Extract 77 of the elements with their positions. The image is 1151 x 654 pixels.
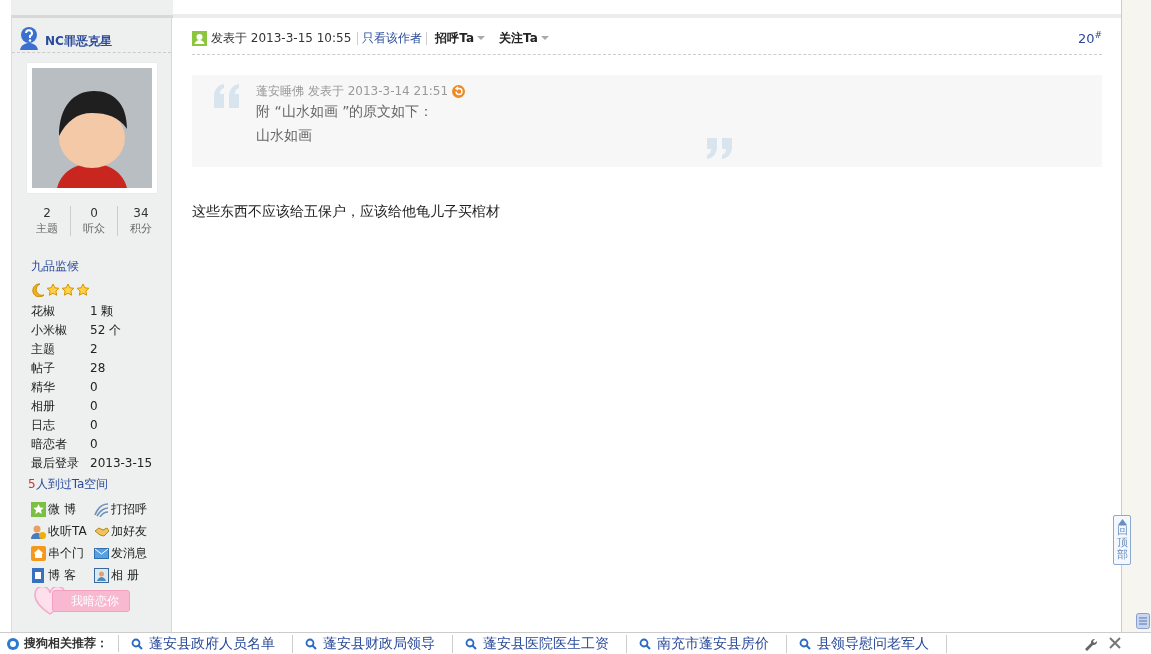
stat-value: 0	[90, 206, 98, 221]
profile-label: 最后登录	[31, 455, 80, 472]
user-icon	[192, 30, 207, 46]
quote-line: 山水如画	[256, 126, 313, 145]
action-link[interactable]: 打招呼	[111, 501, 147, 517]
search-icon	[305, 637, 317, 650]
action-link[interactable]: 微 博	[48, 501, 76, 517]
stat-label: 主题	[36, 221, 58, 236]
jump-back-icon	[452, 84, 466, 98]
related-link[interactable]: 南充市蓬安县房价	[657, 634, 769, 653]
username-link[interactable]: NC罪恶克星	[45, 33, 112, 50]
action-link[interactable]: 串个门	[48, 545, 84, 561]
photo-icon	[94, 567, 109, 583]
moon-icon	[31, 283, 45, 297]
profile-value: 28	[90, 360, 107, 377]
quote-line: 附 “山水如画 ”的原文如下：	[256, 102, 435, 121]
profile-label: 日志	[31, 417, 56, 434]
profile-value: 0	[90, 398, 99, 415]
post-time: 发表于 2013-3-15 10:55	[211, 29, 352, 47]
profile-value: 0	[90, 379, 99, 396]
related-label: 搜狗相关推荐：	[24, 635, 108, 652]
action-link[interactable]: 博 客	[48, 567, 76, 583]
related-link[interactable]: 蓬安县政府人员名单	[149, 634, 275, 653]
action-link[interactable]: 收听TA	[48, 523, 87, 539]
profile-label: 帖子	[31, 360, 56, 377]
related-link[interactable]: 蓬安县医院医生工资	[483, 634, 609, 653]
up-arrow-icon	[1117, 519, 1127, 525]
stat-value: 34	[133, 206, 149, 221]
caret-icon	[477, 35, 486, 41]
search-icon	[465, 637, 477, 650]
search-icon	[131, 637, 143, 650]
person-icon	[31, 523, 46, 539]
blog-icon	[31, 567, 46, 583]
profile-label: 暗恋者	[31, 436, 68, 453]
profile-label: 相册	[31, 398, 56, 415]
star-icon	[76, 283, 90, 297]
action-link[interactable]: 发消息	[111, 545, 147, 561]
rank-link[interactable]: 九品监候	[31, 258, 79, 275]
quote-open-icon	[212, 83, 242, 109]
greet-menu[interactable]: 招呼Ta	[435, 29, 486, 47]
profile-value: 0	[90, 436, 99, 453]
stat-label: 听众	[83, 221, 105, 236]
profile-value: 2013-3-15	[90, 455, 154, 472]
profile-value: 52 个	[90, 322, 123, 339]
follow-menu[interactable]: 关注Ta	[499, 29, 549, 47]
profile-value: 0	[90, 417, 99, 434]
close-icon	[1109, 636, 1121, 651]
action-link[interactable]: 相 册	[111, 567, 139, 583]
wrench-icon	[1083, 636, 1097, 651]
envelope-icon	[94, 545, 109, 561]
floor-number[interactable]: 20$^{#}$	[1077, 29, 1102, 47]
profile-label: 小米椒	[31, 322, 68, 339]
search-icon	[799, 637, 811, 650]
scroll-icon[interactable]	[1136, 613, 1150, 632]
star-icon	[31, 501, 46, 517]
post-message: 这些东西不应该给五保户，应该给他龟儿子买棺材	[192, 203, 501, 221]
search-logo-icon	[6, 636, 20, 651]
profile-value: 1 颗	[90, 303, 115, 320]
visitors-link[interactable]: 5人到过Ta空间	[28, 476, 109, 493]
search-icon	[639, 637, 651, 650]
profile-label: 花椒	[31, 303, 56, 320]
action-link[interactable]: 加好友	[111, 523, 147, 539]
related-link[interactable]: 县领导慰问老军人	[817, 634, 929, 653]
star-icon	[61, 283, 75, 297]
profile-label: 精华	[31, 379, 56, 396]
author-only-link[interactable]: 只看该作者	[362, 29, 423, 47]
stat-label: 积分	[130, 221, 152, 236]
profile-label: 主题	[31, 341, 56, 358]
wave-icon	[94, 501, 109, 517]
profile-value: 2	[90, 341, 99, 358]
related-link[interactable]: 蓬安县财政局领导	[323, 634, 435, 653]
quote-author: 蓬安睡佛 发表于 2013-3-14 21:51	[256, 83, 449, 99]
star-icon	[46, 283, 60, 297]
user-question-icon	[17, 26, 41, 50]
house-icon	[31, 545, 46, 561]
caret-icon	[540, 35, 549, 41]
stat-value: 2	[43, 206, 51, 221]
